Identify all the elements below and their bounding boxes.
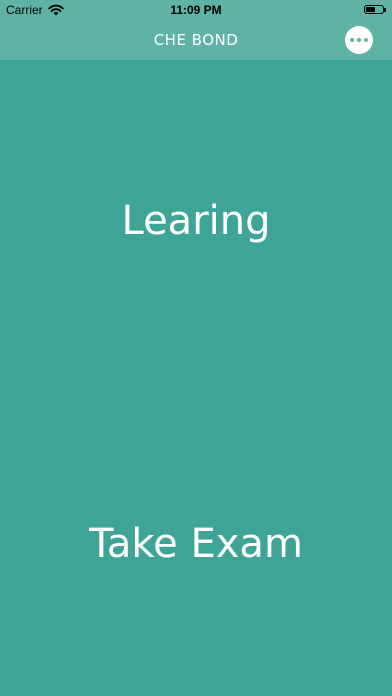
nav-title: CHE BOND [153,31,239,49]
battery-icon [364,5,386,14]
status-bar: Carrier 11:09 PM [0,0,392,20]
status-time: 11:09 PM [170,3,222,17]
navigation-bar: CHE BOND [0,20,392,61]
battery-fill [366,7,375,12]
app-screen: Carrier 11:09 PM CHE BOND Learing Take E… [0,0,392,696]
learning-button[interactable]: Learing [0,198,392,244]
more-horizontal-icon [350,38,354,42]
more-options-button[interactable] [345,26,373,54]
more-dot [364,38,368,42]
more-dot [357,38,361,42]
battery-tip [384,8,386,12]
take-exam-button[interactable]: Take Exam [0,521,392,567]
